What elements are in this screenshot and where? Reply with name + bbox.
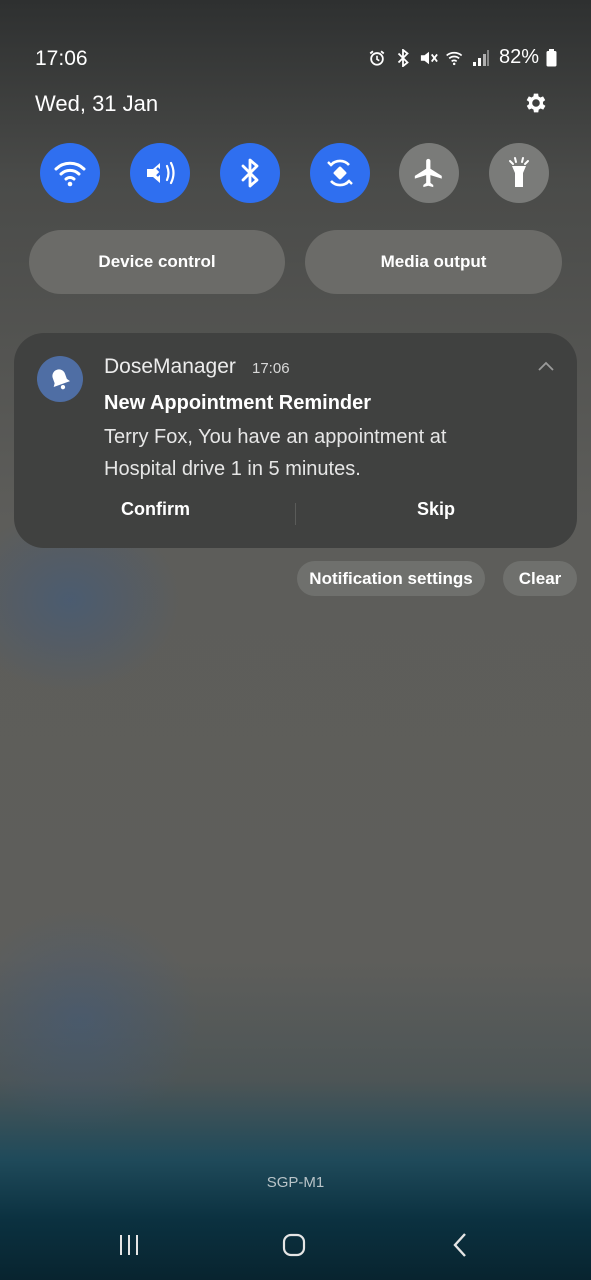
qs-wifi-toggle[interactable] xyxy=(40,143,100,203)
airplane-icon xyxy=(414,158,442,188)
home-button[interactable] xyxy=(271,1222,317,1268)
chevron-up-icon xyxy=(538,361,554,371)
notification-body: Terry Fox, You have an appointment at Ho… xyxy=(104,426,447,480)
carrier-label: SGP-M1 xyxy=(266,1174,325,1191)
device-control-button[interactable]: Device control xyxy=(29,230,285,294)
bell-icon xyxy=(52,369,70,390)
status-time: 17:06 xyxy=(35,47,88,70)
notification-settings-button[interactable]: Notification settings xyxy=(297,561,485,596)
quick-settings-row xyxy=(0,143,591,203)
battery-icon xyxy=(545,48,557,68)
flashlight-icon xyxy=(509,157,529,187)
wifi-icon xyxy=(445,48,465,68)
notification-title: New Appointment Reminder xyxy=(104,392,372,414)
media-output-button[interactable]: Media output xyxy=(305,230,562,294)
collapse-button[interactable] xyxy=(537,357,555,375)
signal-icon xyxy=(471,48,491,68)
status-bar: 17:06 82% xyxy=(0,40,591,76)
action-divider xyxy=(295,503,296,525)
qs-airplane-toggle[interactable] xyxy=(399,143,459,203)
bluetooth-icon xyxy=(241,158,259,188)
mute-icon xyxy=(419,48,439,68)
recent-apps-icon xyxy=(120,1235,138,1255)
wifi-icon xyxy=(54,161,86,187)
navigation-bar xyxy=(0,1222,591,1268)
date-row: Wed, 31 Jan xyxy=(0,88,591,122)
mute-icon xyxy=(147,161,175,185)
qs-mute-toggle[interactable] xyxy=(130,143,190,203)
clear-button[interactable]: Clear xyxy=(503,561,577,596)
home-icon xyxy=(282,1233,306,1257)
qs-flashlight-toggle[interactable] xyxy=(489,143,549,203)
recent-apps-button[interactable] xyxy=(106,1222,152,1268)
gear-icon xyxy=(526,93,546,113)
notification-card[interactable]: DoseManager 17:06 New Appointment Remind… xyxy=(14,333,577,548)
date-text: Wed, 31 Jan xyxy=(35,91,159,116)
back-button[interactable] xyxy=(437,1222,483,1268)
qs-auto-rotate-toggle[interactable] xyxy=(310,143,370,203)
back-icon xyxy=(453,1233,466,1257)
battery-percent: 82% xyxy=(498,46,539,68)
bluetooth-icon xyxy=(393,48,413,68)
confirm-button[interactable]: Confirm xyxy=(121,499,190,520)
qs-bluetooth-toggle[interactable] xyxy=(220,143,280,203)
status-icons: 82% xyxy=(367,46,557,69)
app-icon xyxy=(37,356,83,402)
alarm-icon xyxy=(367,48,387,68)
notification-app-name: DoseManager xyxy=(104,355,236,378)
notification-time: 17:06 xyxy=(252,360,290,377)
skip-button[interactable]: Skip xyxy=(417,499,455,520)
rotate-icon xyxy=(327,159,353,187)
settings-button[interactable] xyxy=(521,88,551,118)
